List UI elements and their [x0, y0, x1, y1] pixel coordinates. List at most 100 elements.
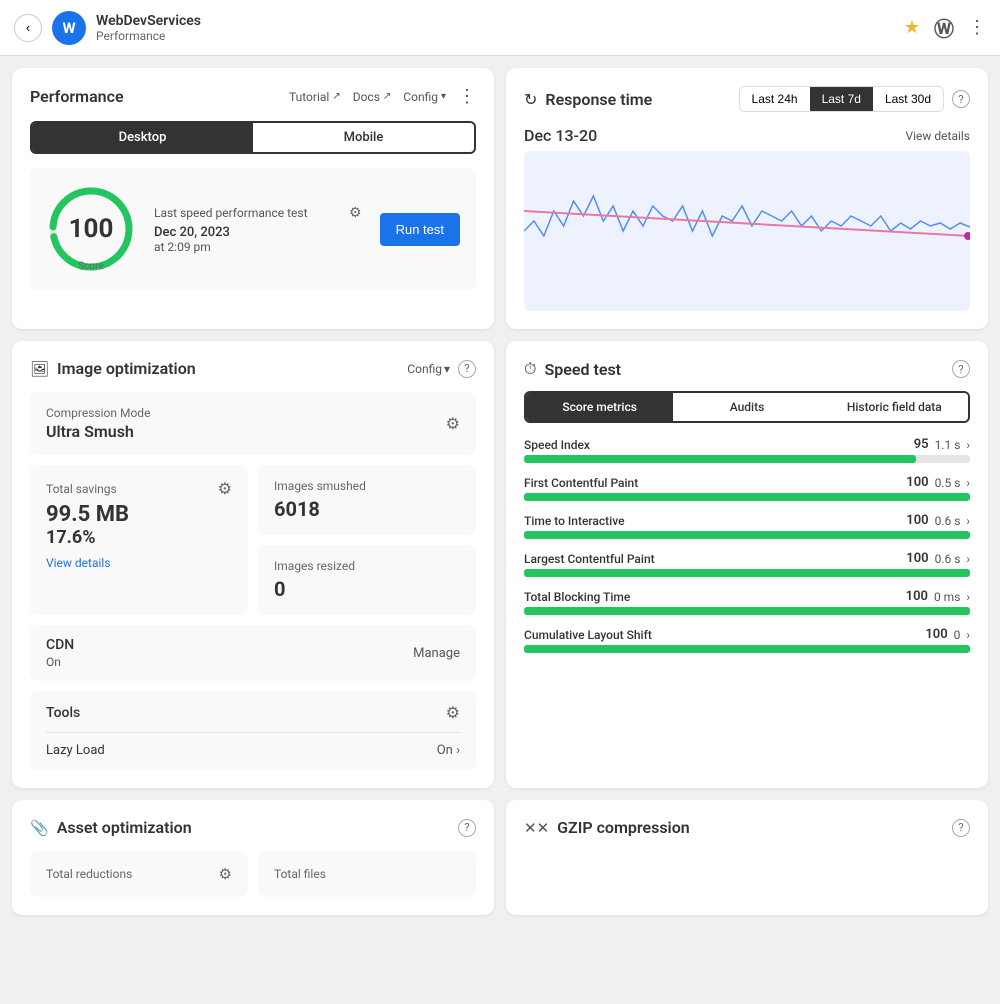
view-details-anchor[interactable]: View details: [46, 556, 232, 570]
metric-name-tbt: Total Blocking Time: [524, 590, 630, 604]
metric-chevron-fcp[interactable]: ›: [966, 476, 970, 490]
image-config-button[interactable]: Config ▾: [407, 362, 450, 376]
test-date: Dec 20, 2023: [154, 225, 362, 240]
tools-header: Tools ⚙: [46, 703, 460, 722]
cdn-title: CDN: [46, 637, 74, 653]
cdn-info: CDN On: [46, 637, 74, 669]
speedometer-icon: ⏱: [524, 359, 536, 379]
progress-fill-speed-index: [524, 455, 916, 463]
speed-test-title: Speed test: [544, 360, 621, 379]
response-chart-svg: [524, 151, 970, 311]
config-link[interactable]: Config ▾: [403, 90, 446, 104]
gear-icon[interactable]: ⚙: [349, 205, 362, 221]
score-label: Score: [78, 261, 103, 272]
topbar-right: ★ Ⓦ ⋮: [904, 13, 986, 42]
back-button[interactable]: ‹: [14, 14, 42, 42]
metric-chevron-tti[interactable]: ›: [966, 514, 970, 528]
asset-opt-title: Asset optimization: [57, 818, 192, 837]
metric-time-lcp: 0.6 s: [935, 552, 961, 566]
progress-bg-cls: [524, 645, 970, 653]
metric-right-tbt: 100 0 ms ›: [906, 589, 970, 604]
topbar-left: ‹ W WebDevServices Performance: [14, 11, 201, 45]
speed-test-label: Last speed performance test ⚙: [154, 205, 362, 221]
compression-gear-icon[interactable]: ⚙: [446, 414, 460, 433]
performance-title: Performance: [30, 87, 124, 106]
performance-card: Performance Tutorial ↗ Docs ↗ Config ▾ ⋮…: [12, 68, 494, 329]
more-options-icon[interactable]: ⋮: [968, 17, 986, 38]
avatar: W: [52, 11, 86, 45]
total-reductions-label: Total reductions: [46, 867, 132, 881]
savings-gear-icon[interactable]: ⚙: [218, 479, 232, 498]
last-30d-btn[interactable]: Last 30d: [873, 87, 943, 111]
asset-opt-header: 📎 Asset optimization ?: [30, 818, 476, 837]
desktop-tab[interactable]: Desktop: [32, 123, 253, 152]
time-range-buttons: Last 24h Last 7d Last 30d: [739, 86, 944, 112]
speed-tabs: Score metrics Audits Historic field data: [524, 391, 970, 423]
metric-top-fcp: First Contentful Paint 100 0.5 s ›: [524, 475, 970, 490]
run-test-button[interactable]: Run test: [380, 213, 460, 246]
metric-name-tti: Time to Interactive: [524, 514, 625, 528]
progress-bg-tti: [524, 531, 970, 539]
metric-top-cls: Cumulative Layout Shift 100 0 ›: [524, 627, 970, 642]
more-button[interactable]: ⋮: [458, 86, 476, 107]
lazy-load-row: Lazy Load On ›: [46, 732, 460, 758]
reductions-gear-icon[interactable]: ⚙: [219, 865, 232, 883]
gzip-help-button[interactable]: ?: [952, 819, 970, 837]
metric-score-tbt: 100: [906, 589, 928, 604]
metric-chevron-speed-index[interactable]: ›: [966, 438, 970, 452]
response-help-button[interactable]: ?: [952, 90, 970, 108]
metric-chevron-cls[interactable]: ›: [966, 628, 970, 642]
metric-name-fcp: First Contentful Paint: [524, 476, 638, 490]
manage-link[interactable]: Manage: [413, 646, 460, 661]
metric-name-speed-index: Speed Index: [524, 438, 590, 452]
metric-time-fcp: 0.5 s: [935, 476, 961, 490]
metric-score-tti: 100: [906, 513, 928, 528]
score-metrics-tab[interactable]: Score metrics: [526, 393, 673, 421]
images-resized-box: Images resized 0: [258, 545, 476, 615]
metric-time-tti: 0.6 s: [935, 514, 961, 528]
savings-header: Total savings ⚙: [46, 479, 232, 498]
last-7d-btn[interactable]: Last 7d: [810, 87, 873, 111]
wordpress-icon[interactable]: Ⓦ: [934, 13, 954, 42]
savings-pct: 17.6%: [46, 527, 232, 548]
view-details-link[interactable]: View details: [905, 129, 970, 143]
chevron-down-icon-2: ▾: [444, 362, 450, 376]
metric-top-tbt: Total Blocking Time 100 0 ms ›: [524, 589, 970, 604]
site-info: WebDevServices Performance: [96, 13, 201, 43]
star-icon[interactable]: ★: [904, 17, 920, 38]
last-24h-btn[interactable]: Last 24h: [740, 87, 810, 111]
gzip-title: GZIP compression: [557, 818, 690, 837]
audits-tab[interactable]: Audits: [673, 393, 820, 421]
external-link-icon: ↗: [332, 91, 340, 102]
asset-help-button[interactable]: ?: [458, 819, 476, 837]
metrics-list: Speed Index 95 1.1 s › First Contentful …: [524, 437, 970, 653]
lazy-load-value[interactable]: On ›: [437, 743, 460, 758]
image-opt-title-group: 🖼 Image optimization: [30, 359, 196, 378]
response-card-header: ↻ Response time Last 24h Last 7d Last 30…: [524, 86, 970, 112]
metric-row-tti: Time to Interactive 100 0.6 s ›: [524, 513, 970, 539]
metric-top-speed-index: Speed Index 95 1.1 s ›: [524, 437, 970, 452]
tutorial-link[interactable]: Tutorial ↗: [289, 90, 341, 104]
compression-mode-box: Compression Mode Ultra Smush ⚙: [30, 392, 476, 455]
total-files-label: Total files: [274, 867, 326, 881]
docs-link[interactable]: Docs ↗: [353, 90, 392, 104]
gzip-icon: ✕✕: [524, 819, 549, 837]
metric-chevron-lcp[interactable]: ›: [966, 552, 970, 566]
tools-gear-icon[interactable]: ⚙: [446, 703, 460, 722]
metric-time-cls: 0: [954, 628, 961, 642]
metric-right-cls: 100 0 ›: [925, 627, 970, 642]
speed-help-button[interactable]: ?: [952, 360, 970, 378]
device-tabs: Desktop Mobile: [30, 121, 476, 154]
images-resized-value: 0: [274, 577, 460, 601]
metric-time-speed-index: 1.1 s: [935, 438, 961, 452]
site-subtitle: Performance: [96, 29, 201, 43]
historic-field-data-tab[interactable]: Historic field data: [821, 393, 968, 421]
metric-row-fcp: First Contentful Paint 100 0.5 s ›: [524, 475, 970, 501]
image-help-button[interactable]: ?: [458, 360, 476, 378]
mobile-tab[interactable]: Mobile: [253, 123, 474, 152]
total-files-box: Total files: [258, 851, 476, 897]
images-smushed-label: Images smushed: [274, 479, 460, 493]
metric-chevron-tbt[interactable]: ›: [966, 590, 970, 604]
metric-time-tbt: 0 ms: [934, 590, 960, 604]
images-smushed-box: Images smushed 6018: [258, 465, 476, 535]
